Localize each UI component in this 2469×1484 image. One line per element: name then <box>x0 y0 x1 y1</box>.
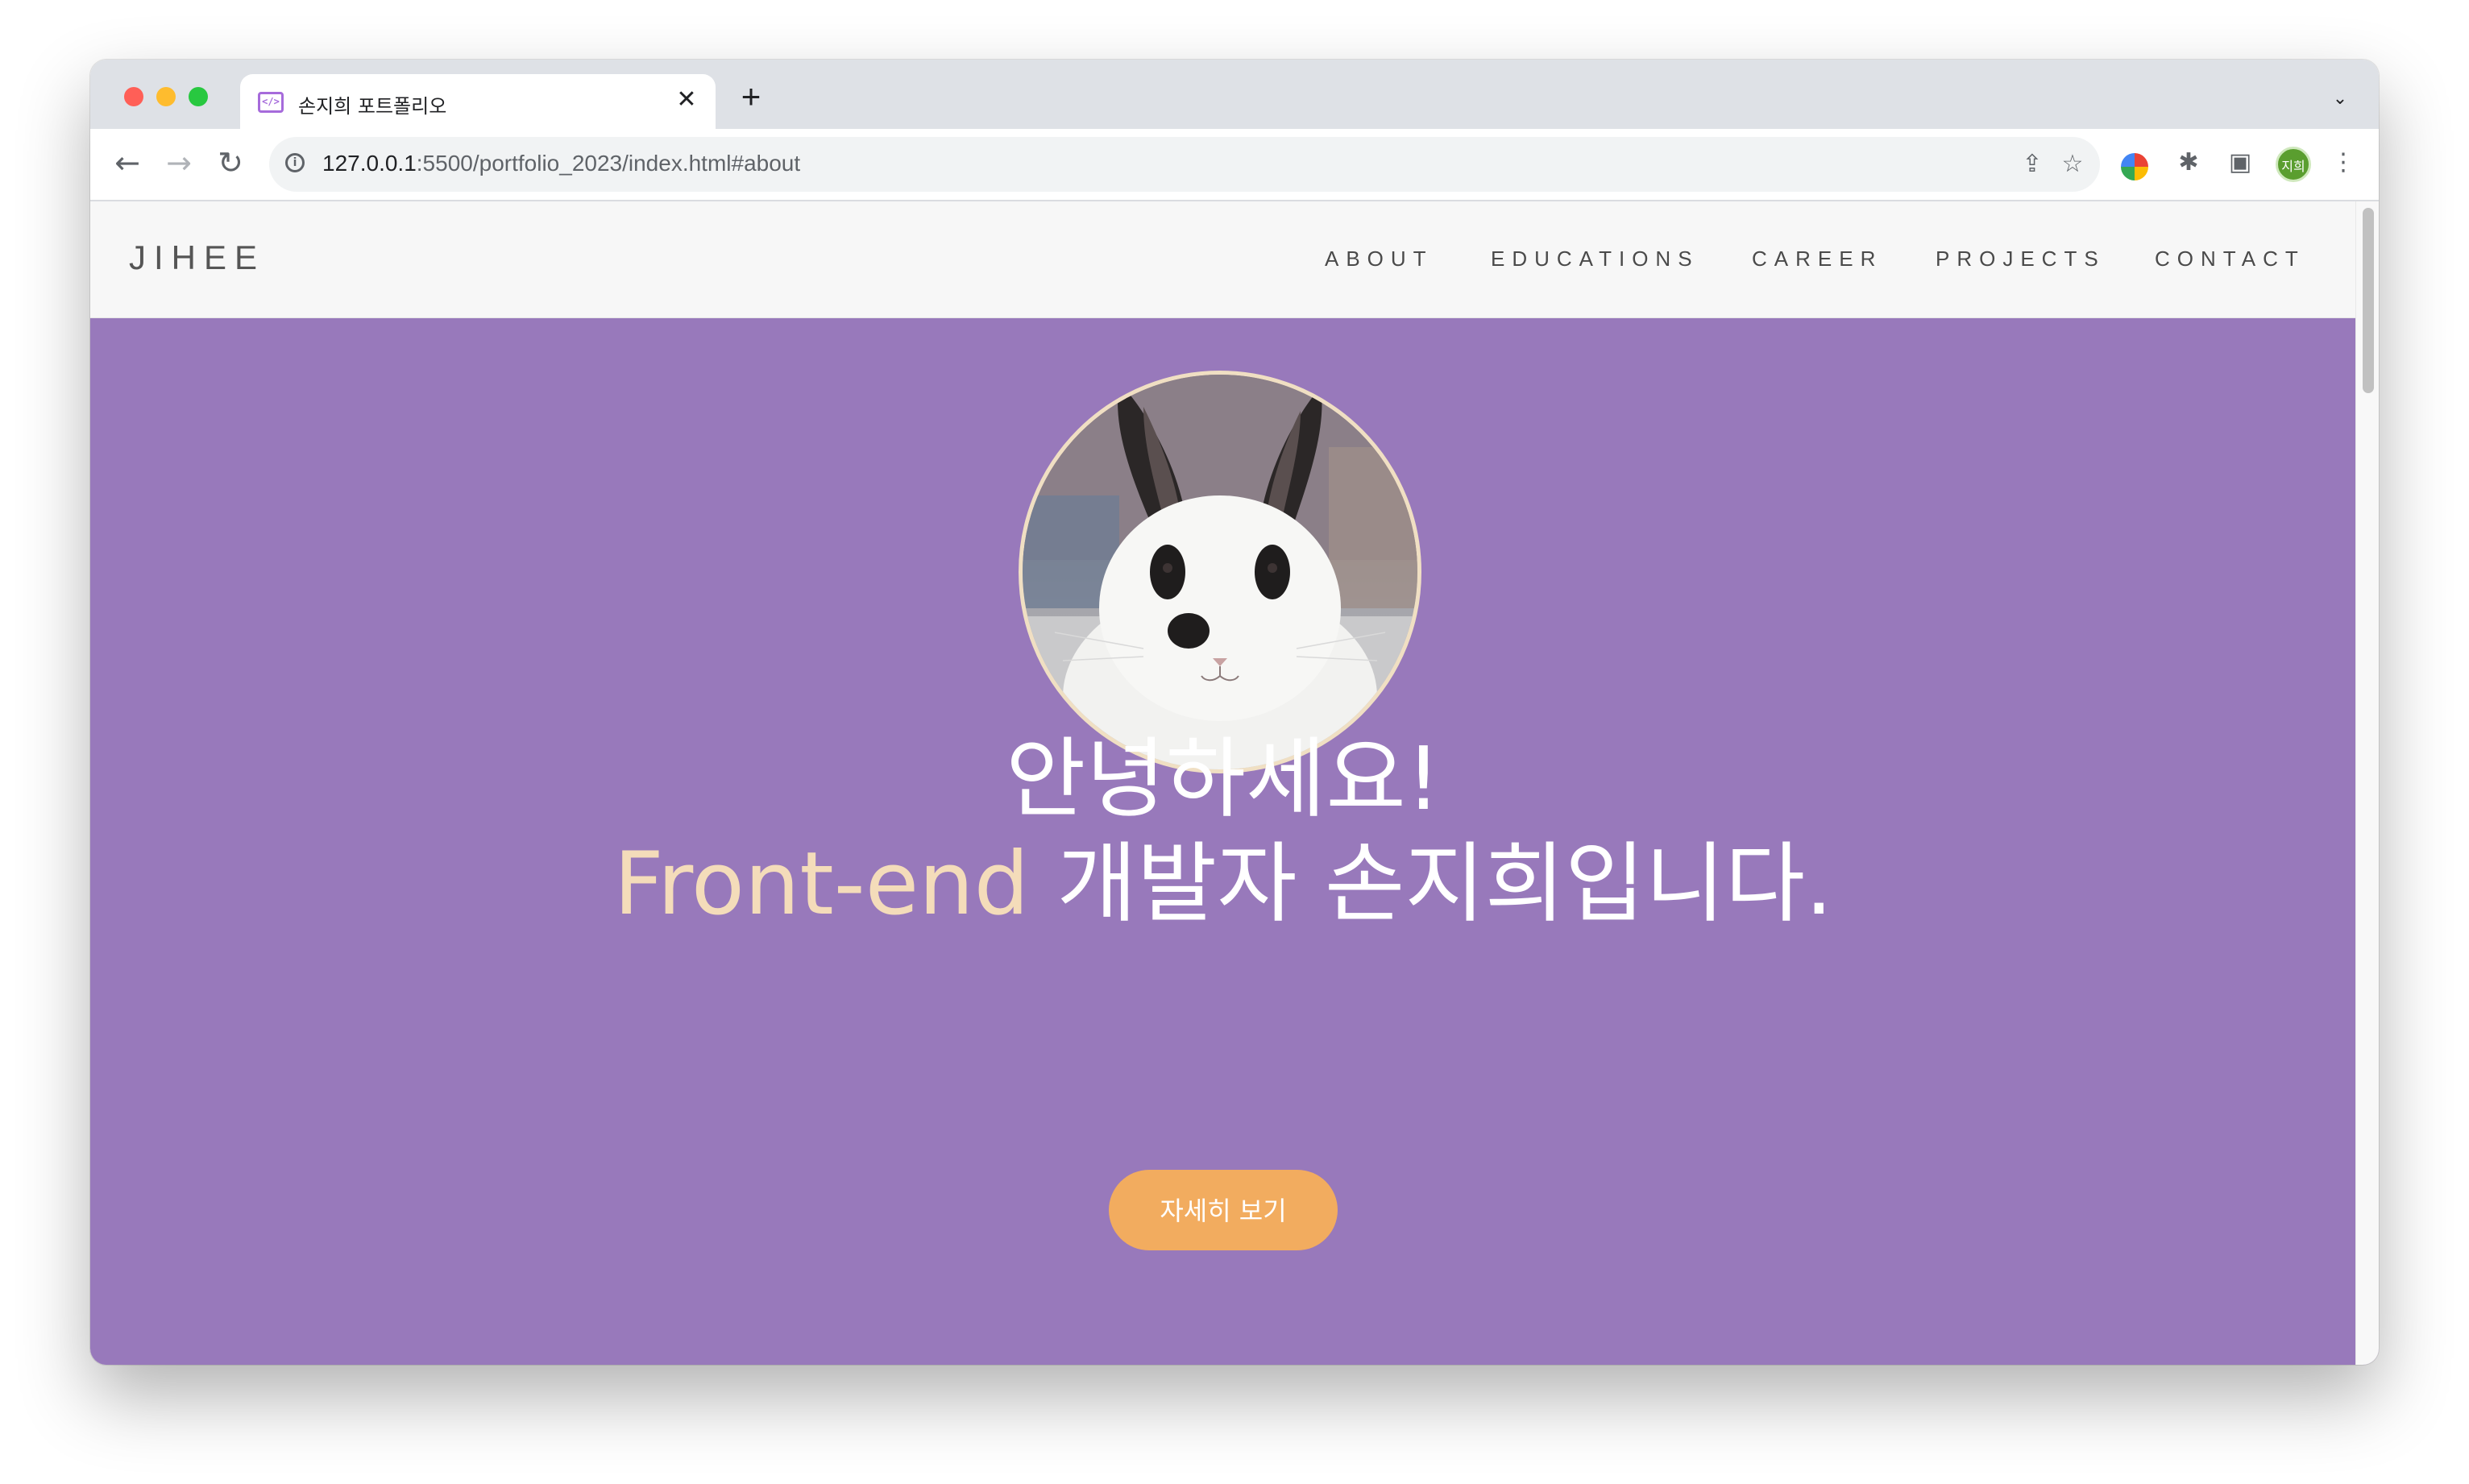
share-icon[interactable]: ⇪ <box>2016 148 2048 180</box>
profile-avatar[interactable]: 지희 <box>2276 147 2311 182</box>
browser-toolbar: ← → ↻ i 127.0.0.1:5500/portfolio_2023/in… <box>90 129 2379 201</box>
bookmark-star-icon[interactable]: ☆ <box>2056 148 2089 180</box>
site-info-icon[interactable]: i <box>285 153 305 172</box>
nav-item-contact[interactable]: CONTACT <box>2155 247 2305 272</box>
maximize-window-button[interactable] <box>189 87 208 106</box>
url-text[interactable]: 127.0.0.1:5500/portfolio_2023/index.html… <box>322 151 800 176</box>
view-details-button[interactable]: 자세히 보기 <box>1109 1170 1338 1250</box>
tab-search-chevron-icon[interactable]: ⌄ <box>2326 84 2355 113</box>
tab-strip: </> 손지희 포트폴리오 ✕ + ⌄ <box>90 60 2379 129</box>
extensions-puzzle-icon[interactable]: ✱ <box>2169 143 2208 182</box>
nav-item-about[interactable]: ABOUT <box>1325 247 1434 272</box>
code-brackets-icon: </> <box>258 92 284 113</box>
extension-color-icon[interactable] <box>2121 153 2148 180</box>
close-tab-icon[interactable]: ✕ <box>672 85 701 114</box>
tab-active[interactable]: </> 손지희 포트폴리오 ✕ <box>240 74 716 129</box>
hero-tagline-rest: 개발자 손지희입니다. <box>1029 834 1833 935</box>
page-viewport: JIHEE ABOUT EDUCATIONS CAREER PROJECTS C… <box>90 201 2379 1365</box>
forward-arrow-icon[interactable]: → <box>158 142 200 184</box>
site-logo[interactable]: JIHEE <box>129 238 265 277</box>
hero-tagline-accent: Front-end <box>613 834 1030 935</box>
side-panel-icon[interactable]: ▣ <box>2221 143 2259 182</box>
back-arrow-icon[interactable]: ← <box>106 142 148 184</box>
minimize-window-button[interactable] <box>156 87 176 106</box>
nav-item-career[interactable]: CAREER <box>1752 247 1882 272</box>
scrollbar-thumb[interactable] <box>2363 208 2374 393</box>
hero-tagline: Front-end 개발자 손지희입니다. <box>90 814 2356 939</box>
close-window-button[interactable] <box>124 87 143 106</box>
page-scrollbar[interactable] <box>2355 201 2379 1365</box>
site-navbar: JIHEE ABOUT EDUCATIONS CAREER PROJECTS C… <box>90 201 2356 318</box>
browser-menu-icon[interactable]: ⋮ <box>2324 143 2363 182</box>
address-bar[interactable]: i 127.0.0.1:5500/portfolio_2023/index.ht… <box>269 137 2100 192</box>
reload-icon[interactable]: ↻ <box>210 142 251 184</box>
nav-item-educations[interactable]: EDUCATIONS <box>1491 247 1699 272</box>
new-tab-button[interactable]: + <box>735 80 767 114</box>
nav-item-projects[interactable]: PROJECTS <box>1936 247 2106 272</box>
tab-title: 손지희 포트폴리오 <box>298 95 447 118</box>
browser-window: </> 손지희 포트폴리오 ✕ + ⌄ ← → ↻ i 127.0.0.1:55… <box>90 60 2379 1365</box>
